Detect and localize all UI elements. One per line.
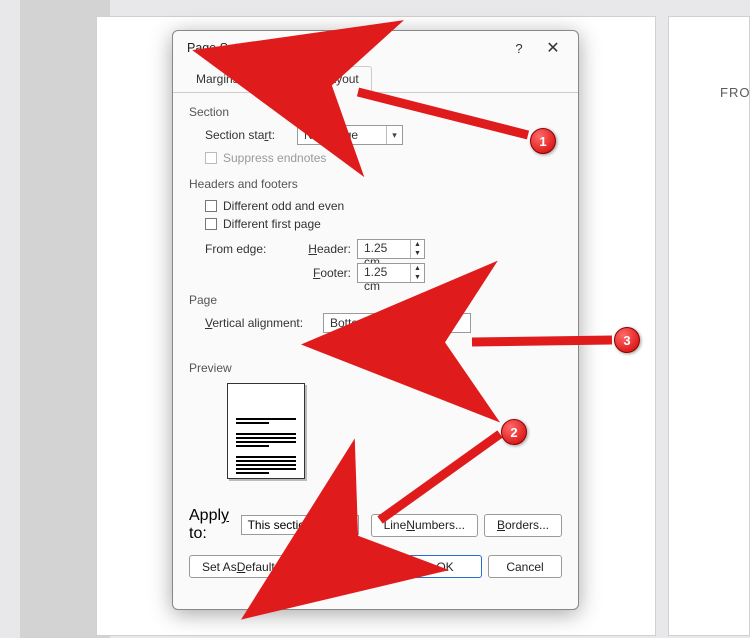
diff-odd-even-checkbox[interactable]: Different odd and even [205, 199, 344, 213]
spinner-down-icon[interactable]: ▼ [411, 249, 424, 258]
cancel-button[interactable]: Cancel [488, 555, 562, 578]
help-button[interactable]: ? [502, 41, 536, 56]
callout-3: 3 [614, 327, 640, 353]
page-setup-dialog: Page Setup ? ✕ Margins Paper Layout Sect… [172, 30, 579, 610]
chevron-down-icon: ▾ [444, 314, 460, 332]
doc-bg-header-right: FRO [720, 85, 750, 100]
header-edge-value: 1.25 cm [358, 240, 410, 258]
spinner-up-icon[interactable]: ▲ [411, 264, 424, 273]
suppress-endnotes-checkbox: Suppress endnotes [205, 151, 326, 165]
footer-edge-spinner[interactable]: 1.25 cm ▲▼ [357, 263, 425, 283]
close-button[interactable]: ✕ [536, 38, 570, 58]
apply-to-combo[interactable]: This section ▾ [241, 515, 359, 535]
callout-1: 1 [530, 128, 556, 154]
preview-thumbnail [227, 383, 305, 479]
footer-edge-label: Footer: [297, 266, 351, 280]
tab-layout[interactable]: Layout [310, 66, 372, 93]
suppress-endnotes-label: Suppress endnotes [223, 151, 326, 165]
vertical-alignment-label: Vertical alignment: [205, 316, 323, 330]
tab-margins[interactable]: Margins [183, 66, 252, 93]
line-numbers-button[interactable]: Line Numbers... [371, 514, 478, 537]
chevron-down-icon: ▾ [386, 126, 402, 144]
dialog-title: Page Setup [187, 41, 502, 55]
dialog-titlebar: Page Setup ? ✕ [173, 31, 578, 65]
preview-label: Preview [189, 361, 562, 375]
ok-button[interactable]: OK [408, 555, 482, 578]
page-group-label: Page [189, 293, 562, 307]
section-start-combo[interactable]: New page ▾ [297, 125, 403, 145]
vertical-alignment-combo[interactable]: Bottom ▾ [323, 313, 471, 333]
apply-to-value: This section [242, 517, 342, 533]
chevron-down-icon: ▾ [342, 516, 358, 534]
set-as-default-button[interactable]: Set As Default [189, 555, 288, 578]
header-edge-label: Header: [297, 242, 351, 256]
vertical-alignment-value: Bottom [324, 315, 444, 331]
headers-group-label: Headers and footers [189, 177, 562, 191]
section-start-label: Section start: [205, 128, 297, 142]
section-group-label: Section [189, 105, 562, 119]
diff-first-page-checkbox[interactable]: Different first page [205, 217, 321, 231]
tabstrip: Margins Paper Layout [173, 65, 578, 93]
spinner-down-icon[interactable]: ▼ [411, 273, 424, 282]
spinner-up-icon[interactable]: ▲ [411, 240, 424, 249]
section-start-value: New page [298, 127, 386, 143]
footer-edge-value: 1.25 cm [358, 264, 410, 282]
tab-paper[interactable]: Paper [252, 66, 310, 93]
header-edge-spinner[interactable]: 1.25 cm ▲▼ [357, 239, 425, 259]
apply-to-label: Apply to: [189, 507, 235, 543]
diff-odd-even-label: Different odd and even [223, 199, 344, 213]
borders-button[interactable]: Borders... [484, 514, 562, 537]
callout-2: 2 [501, 419, 527, 445]
diff-first-page-label: Different first page [223, 217, 321, 231]
from-edge-label: From edge: [205, 242, 297, 256]
